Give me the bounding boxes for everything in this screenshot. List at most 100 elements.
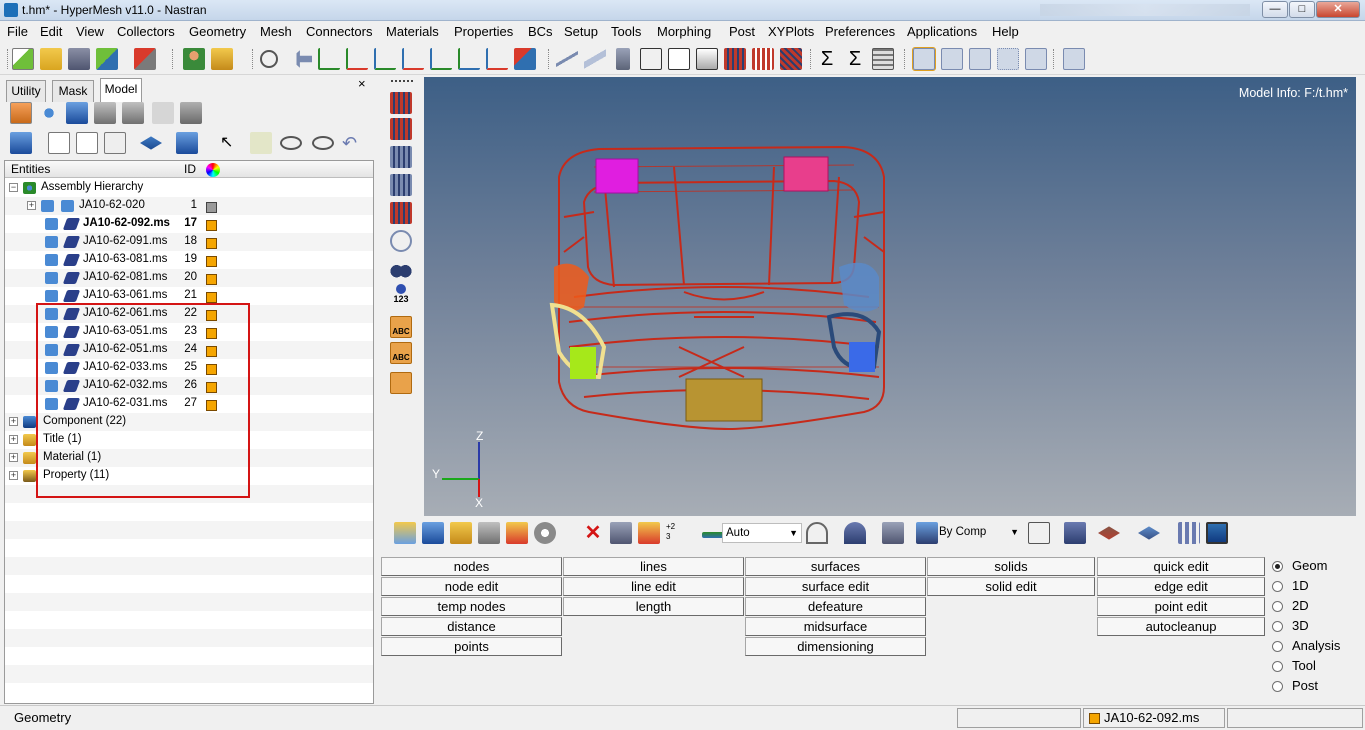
by-comp-icon[interactable] (916, 522, 938, 544)
child-color-swatch[interactable] (206, 256, 217, 267)
radio-dot[interactable] (1272, 661, 1283, 672)
save-file-icon[interactable] (68, 48, 90, 70)
sum-icon[interactable]: Σ (816, 48, 838, 70)
tab-mask[interactable]: Mask (52, 80, 94, 102)
menu-view[interactable]: View (76, 24, 104, 39)
undo-icon[interactable]: ↶ (342, 132, 364, 154)
isolate-icon[interactable] (390, 202, 412, 224)
element-edge-icon[interactable] (1098, 526, 1120, 540)
info-icon[interactable]: 123 (390, 284, 412, 310)
import-icon[interactable] (96, 48, 118, 70)
export-icon[interactable] (134, 48, 156, 70)
element-plane-icon[interactable] (1138, 526, 1160, 540)
load-collector-icon[interactable] (506, 522, 528, 544)
panel-layout-2-icon[interactable] (941, 48, 963, 70)
shaded-view-icon[interactable] (882, 522, 904, 544)
panel-button[interactable]: length (563, 597, 744, 616)
tree-row-root[interactable]: − Assembly Hierarchy (5, 179, 373, 197)
panel-button[interactable]: solid edit (927, 577, 1095, 596)
find-icon[interactable] (390, 146, 412, 168)
panel-button[interactable]: point edit (1097, 597, 1265, 616)
panel-button[interactable]: temp nodes (381, 597, 562, 616)
expand-icon[interactable]: + (9, 471, 18, 480)
tab-model[interactable]: Model (100, 78, 142, 102)
panel-button[interactable]: surface edit (745, 577, 926, 596)
element-shade-icon[interactable] (1064, 522, 1086, 544)
panel-button[interactable]: surfaces (745, 557, 926, 576)
panel-layout-3-icon[interactable] (969, 48, 991, 70)
panel-button[interactable]: solids (927, 557, 1095, 576)
clip-plane-icon[interactable] (844, 522, 866, 544)
panel-layout-5-icon[interactable] (1025, 48, 1047, 70)
panel-layout-6-icon[interactable] (1063, 48, 1085, 70)
solid-collector-icon[interactable] (422, 522, 444, 544)
minimize-button[interactable]: — (1262, 1, 1288, 18)
radio-dot[interactable] (1272, 641, 1283, 652)
assembly-view-icon[interactable] (38, 102, 60, 124)
menu-preferences[interactable]: Preferences (825, 24, 895, 39)
visualization-icon[interactable] (702, 532, 724, 538)
eye-one-icon[interactable] (312, 136, 334, 150)
menu-bcs[interactable]: BCs (528, 24, 553, 39)
reverse-icon[interactable] (390, 174, 412, 196)
material-view-icon[interactable] (94, 102, 116, 124)
plane-display-icon[interactable] (176, 132, 198, 154)
open-file-icon[interactable] (40, 48, 62, 70)
child-color-swatch[interactable] (206, 274, 217, 285)
new-file-icon[interactable] (12, 48, 34, 70)
settings-gear-icon[interactable] (534, 522, 556, 544)
component-collector-icon[interactable] (394, 522, 416, 544)
shape-display-icon[interactable] (140, 136, 162, 150)
menu-applications[interactable]: Applications (907, 24, 977, 39)
hidden-line-cube-icon[interactable] (668, 48, 690, 70)
spline-icon[interactable] (556, 48, 578, 70)
monitor-icon[interactable] (1206, 522, 1228, 544)
close-button[interactable]: ✕ (1316, 1, 1360, 18)
panel-layout-1-icon[interactable] (912, 47, 936, 71)
options-icon[interactable] (211, 48, 233, 70)
menu-morphing[interactable]: Morphing (657, 24, 711, 39)
view-iso-icon[interactable] (486, 48, 508, 70)
eye-toggle-icon[interactable] (280, 136, 302, 150)
menu-xyplots[interactable]: XYPlots (768, 24, 814, 39)
mesh-edges-icon[interactable] (780, 48, 802, 70)
tree-row[interactable]: JA10-62-092.ms 17 (5, 215, 373, 233)
undo-view-icon[interactable] (290, 50, 312, 68)
child-color-swatch[interactable] (206, 292, 217, 303)
collapse-all-icon[interactable] (76, 132, 98, 154)
view-xy-bottom-icon[interactable] (346, 48, 368, 70)
mass-icon[interactable] (616, 48, 630, 70)
panel-button[interactable]: line edit (563, 577, 744, 596)
radio-dot[interactable] (1272, 621, 1283, 632)
element-wire-icon[interactable] (1028, 522, 1050, 544)
menu-tools[interactable]: Tools (611, 24, 641, 39)
calculator-icon[interactable] (872, 48, 894, 70)
panel-button[interactable]: autocleanup (1097, 617, 1265, 636)
expand-all-icon[interactable] (48, 132, 70, 154)
property-view-icon[interactable] (122, 102, 144, 124)
menu-file[interactable]: File (7, 24, 28, 39)
menu-setup[interactable]: Setup (564, 24, 598, 39)
header-entities[interactable]: Entities (11, 162, 50, 176)
collapse-icon[interactable]: − (9, 183, 18, 192)
view-xy-top-icon[interactable] (318, 48, 340, 70)
view-yz-left-icon[interactable] (374, 48, 396, 70)
plane-icon[interactable] (390, 372, 412, 394)
move-icon[interactable] (638, 522, 660, 544)
wireframe-cube-icon[interactable] (640, 48, 662, 70)
label-clear-icon[interactable]: ABC (390, 342, 412, 364)
header-color-icon[interactable] (206, 163, 220, 177)
unmask-icon[interactable] (390, 118, 412, 140)
browser-close-icon[interactable]: × (358, 76, 366, 91)
shading-mode-dropdown[interactable]: Auto ▼ (722, 523, 802, 543)
expand-icon[interactable]: + (27, 201, 36, 210)
globe-icon[interactable] (390, 230, 412, 252)
user-profile-icon[interactable] (183, 48, 205, 70)
radio-dot[interactable] (1272, 601, 1283, 612)
panel-button[interactable]: midsurface (745, 617, 926, 636)
measure-icon[interactable] (584, 48, 606, 70)
menu-mesh[interactable]: Mesh (260, 24, 292, 39)
solid-view-icon[interactable] (66, 102, 88, 124)
panel-button[interactable]: lines (563, 557, 744, 576)
sync-icon[interactable] (104, 132, 126, 154)
